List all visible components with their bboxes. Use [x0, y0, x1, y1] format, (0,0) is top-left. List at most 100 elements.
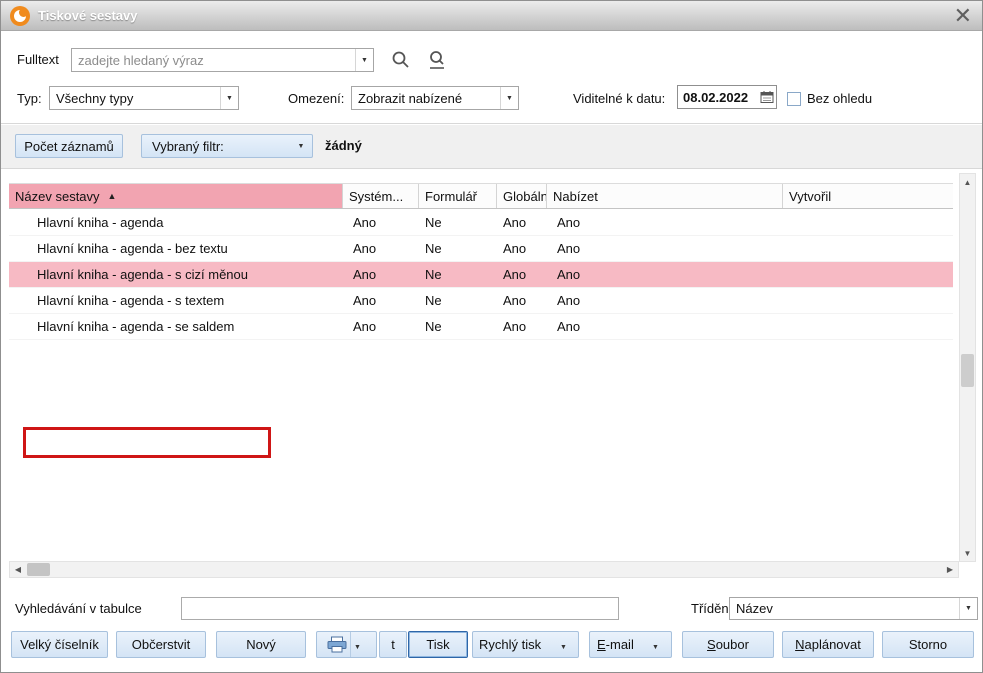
search-advanced-icon[interactable] [426, 48, 450, 72]
visible-date-field[interactable]: 08.02.2022 [677, 85, 777, 109]
table-row[interactable]: Hlavní kniha - agenda - se saldem Ano Ne… [9, 314, 953, 340]
cell-created-by [783, 236, 953, 261]
selected-filter-value: žádný [325, 138, 362, 153]
cell-offered: Ano [547, 314, 783, 339]
type-combobox[interactable]: Všechny typy [49, 86, 239, 110]
fulltext-combobox[interactable]: zadejte hledaný výraz [71, 48, 374, 72]
calendar-icon[interactable] [760, 90, 776, 104]
cell-name: Hlavní kniha - agenda [9, 210, 343, 235]
column-header-form[interactable]: Formulář [419, 184, 497, 208]
annotation-box [23, 427, 271, 458]
table-row-selected[interactable]: Hlavní kniha - agenda - s cizí měnou Ano… [9, 262, 953, 288]
table-row[interactable]: Hlavní kniha - agenda - s textem Ano Ne … [9, 288, 953, 314]
scroll-down-icon[interactable]: ▼ [960, 545, 975, 561]
scroll-left-icon[interactable]: ◀ [10, 562, 26, 577]
ignore-checkbox[interactable] [787, 92, 801, 106]
chevron-down-icon[interactable] [355, 49, 373, 71]
type-label: Typ: [17, 91, 42, 106]
column-header-created-by[interactable]: Vytvořil [783, 184, 953, 208]
close-icon[interactable]: ✕ [954, 3, 972, 29]
cell-offered: Ano [547, 288, 783, 313]
chevron-down-icon [294, 143, 308, 150]
search-toolbar: Fulltext zadejte hledaný výraz Typ: Všec… [1, 31, 982, 124]
table-row[interactable]: Hlavní kniha - agenda - bez textu Ano Ne… [9, 236, 953, 262]
cell-form: Ne [419, 314, 497, 339]
cell-global: Ano [497, 262, 547, 287]
schedule-button[interactable]: Naplánovat [782, 631, 874, 658]
new-button[interactable]: Nový [216, 631, 306, 658]
type-value: Všechny typy [50, 91, 220, 106]
filter-band: Počet záznamů Vybraný filtr: žádný [1, 125, 982, 169]
divider [350, 632, 351, 657]
column-header-name[interactable]: Název sestavy ▲ [9, 184, 343, 208]
cell-form: Ne [419, 262, 497, 287]
vertical-scroll-thumb[interactable] [961, 354, 974, 387]
search-icon[interactable] [389, 48, 413, 72]
cell-offered: Ano [547, 236, 783, 261]
cell-name: Hlavní kniha - agenda - se saldem [9, 314, 343, 339]
table-row[interactable]: Hlavní kniha - agenda Ano Ne Ano Ano [9, 210, 953, 236]
sorting-combobox[interactable]: Název [729, 597, 978, 620]
record-count-button[interactable]: Počet záznamů [15, 134, 123, 158]
cell-offered: Ano [547, 262, 783, 287]
cell-system: Ano [343, 210, 419, 235]
chevron-down-icon[interactable] [560, 637, 572, 652]
fulltext-label: Fulltext [17, 52, 59, 67]
chevron-down-icon[interactable] [652, 637, 664, 652]
cell-form: Ne [419, 236, 497, 261]
cell-name: Hlavní kniha - agenda - bez textu [9, 236, 343, 261]
vertical-scrollbar[interactable]: ▲ ▼ [959, 173, 976, 562]
cell-system: Ano [343, 262, 419, 287]
horizontal-scroll-thumb[interactable] [27, 563, 50, 576]
chevron-down-icon[interactable] [959, 598, 977, 619]
cell-global: Ano [497, 288, 547, 313]
table-body: Hlavní kniha - agenda Ano Ne Ano Ano Hla… [9, 210, 953, 340]
column-header-global[interactable]: Globální [497, 184, 547, 208]
chevron-down-icon[interactable] [500, 87, 518, 109]
column-header-name-label: Název sestavy [15, 189, 100, 204]
calendar-glyph [760, 90, 774, 104]
big-list-button[interactable]: Velký číselník [11, 631, 108, 658]
print-split-button[interactable] [316, 631, 377, 658]
table-search-label: Vyhledávání v tabulce [15, 601, 142, 616]
cell-system: Ano [343, 236, 419, 261]
quick-print-button[interactable]: Rychlý tisk [472, 631, 579, 658]
cell-system: Ano [343, 314, 419, 339]
sort-ascending-icon: ▲ [108, 191, 117, 201]
cell-form: Ne [419, 210, 497, 235]
scroll-right-icon[interactable]: ▶ [942, 562, 958, 577]
visible-date-label: Viditelné k datu: [573, 91, 665, 106]
chevron-down-icon[interactable] [220, 87, 238, 109]
column-header-system[interactable]: Systém... [343, 184, 419, 208]
file-button[interactable]: Soubor [682, 631, 774, 658]
column-header-offered[interactable]: Nabízet [547, 184, 783, 208]
cell-created-by [783, 210, 953, 235]
cell-created-by [783, 288, 953, 313]
print-button[interactable]: Tisk [408, 631, 468, 658]
app-logo-icon [10, 6, 30, 26]
magnifier-glyph [391, 50, 411, 70]
cell-created-by [783, 314, 953, 339]
cell-name: Hlavní kniha - agenda - s textem [9, 288, 343, 313]
cell-global: Ano [497, 210, 547, 235]
table-search-input[interactable] [181, 597, 619, 620]
restriction-combobox[interactable]: Zobrazit nabízené [351, 86, 519, 110]
print-reports-dialog: Tiskové sestavy ✕ Fulltext zadejte hleda… [0, 0, 983, 673]
cancel-button[interactable]: Storno [882, 631, 974, 658]
chevron-down-icon[interactable] [354, 637, 366, 652]
restriction-label: Omezení: [288, 91, 344, 106]
scroll-up-icon[interactable]: ▲ [960, 174, 975, 190]
selected-filter-label: Vybraný filtr: [152, 139, 224, 154]
cell-system: Ano [343, 288, 419, 313]
email-label: E-mail [597, 637, 634, 652]
email-button[interactable]: E-mail [589, 631, 672, 658]
refresh-button[interactable]: Občerstvit [116, 631, 206, 658]
cell-form: Ne [419, 288, 497, 313]
cell-created-by [783, 262, 953, 287]
print-fragment-button[interactable]: t [379, 631, 407, 658]
horizontal-scrollbar[interactable]: ◀ ▶ [9, 561, 959, 578]
cell-name: Hlavní kniha - agenda - s cizí měnou [9, 262, 343, 287]
cell-offered: Ano [547, 210, 783, 235]
cell-global: Ano [497, 314, 547, 339]
selected-filter-dropdown[interactable]: Vybraný filtr: [141, 134, 313, 158]
